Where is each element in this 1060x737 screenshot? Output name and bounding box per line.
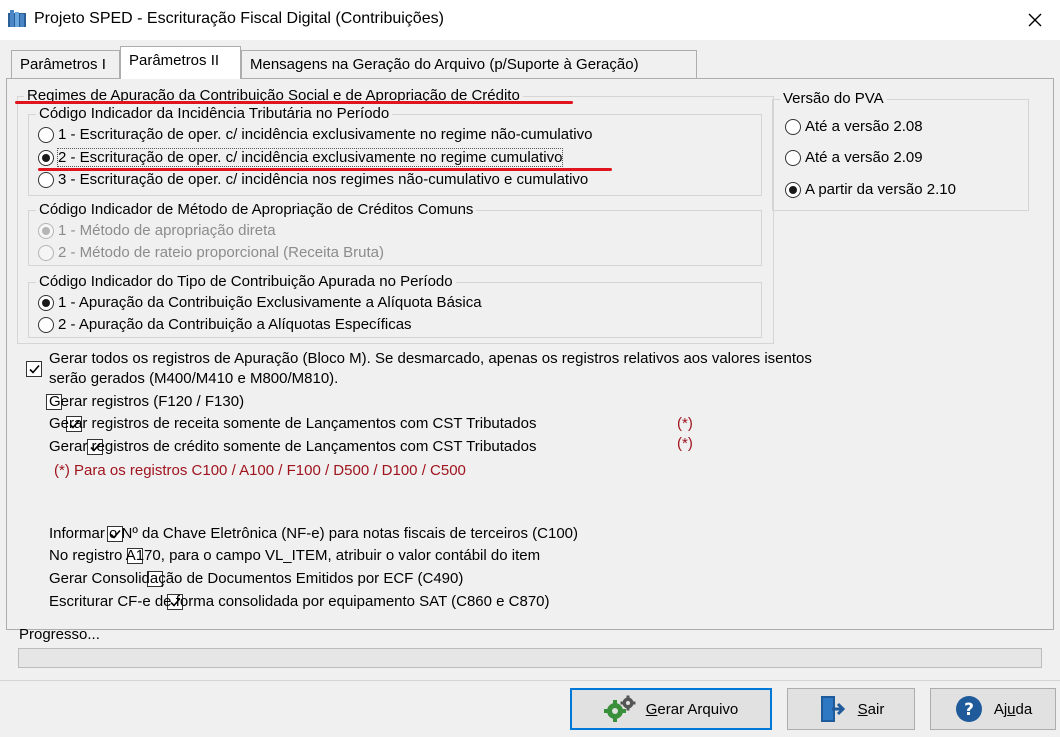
- progress-bar: [18, 648, 1042, 668]
- tipo-option-2[interactable]: 2 - Apuração da Contribuição a Alíquotas…: [38, 316, 412, 333]
- metodo-radio-1: [38, 222, 54, 239]
- metodo-option-1: 1 - Método de apropriação direta: [38, 222, 276, 239]
- metodo-option-2-label: 2 - Método de rateio proporcional (Recei…: [58, 244, 385, 261]
- checkbox-sat-label: Escriturar CF-e de forma consolidada por…: [49, 593, 550, 610]
- close-icon: [1028, 13, 1042, 27]
- versao-radio-2[interactable]: [785, 149, 801, 166]
- metodo-option-2: 2 - Método de rateio proporcional (Recei…: [38, 244, 384, 261]
- metodo-title: Código Indicador de Método de Apropriaçã…: [36, 201, 477, 218]
- versao-radio-3[interactable]: [785, 181, 801, 198]
- title-bar: Projeto SPED - Escrituração Fiscal Digit…: [0, 0, 1060, 40]
- incidencia-radio-2[interactable]: [38, 149, 54, 166]
- ajuda-label-pre: Aj: [993, 700, 1008, 718]
- exit-door-icon: [818, 694, 848, 724]
- ajuda-button[interactable]: ? Ajuda: [930, 688, 1056, 730]
- help-icon: ?: [954, 694, 984, 724]
- app-icon: [8, 10, 26, 28]
- checkbox-receita-cst-label: Gerar registros de receita somente de La…: [49, 415, 537, 432]
- checkbox-bloco-m-label-1: Gerar todos os registros de Apuração (Bl…: [49, 350, 812, 367]
- versao-title: Versão do PVA: [780, 90, 887, 107]
- incidencia-option-2[interactable]: 2 - Escrituração de oper. c/ incidência …: [38, 148, 564, 167]
- svg-text:?: ?: [964, 700, 974, 720]
- ajuda-label-post: da: [1015, 700, 1033, 718]
- checkbox-a170-label: No registro A170, para o campo VL_ITEM, …: [49, 547, 541, 564]
- tipo-radio-2[interactable]: [38, 316, 54, 333]
- incidencia-option-2-label: 2 - Escrituração de oper. c/ incidência …: [56, 148, 564, 167]
- metodo-option-1-label: 1 - Método de apropriação direta: [58, 222, 276, 239]
- incidencia-option-3[interactable]: 3 - Escrituração de oper. c/ incidência …: [38, 171, 588, 188]
- incidencia-option-1-label: 1 - Escrituração de oper. c/ incidência …: [58, 126, 593, 143]
- tipo-option-2-label: 2 - Apuração da Contribuição a Alíquotas…: [58, 316, 412, 333]
- sair-button[interactable]: Sair: [787, 688, 915, 730]
- window-title: Projeto SPED - Escrituração Fiscal Digit…: [34, 10, 444, 27]
- incidencia-option-3-label: 3 - Escrituração de oper. c/ incidência …: [58, 171, 589, 188]
- checkbox-bloco-m-label-2: serão gerados (M400/M410 e M800/M810).: [49, 370, 339, 387]
- credito-cst-marker: (*): [677, 435, 693, 452]
- versao-radio-1[interactable]: [785, 118, 801, 135]
- incidencia-radio-3[interactable]: [38, 171, 54, 188]
- versao-option-2[interactable]: Até a versão 2.09: [785, 149, 923, 166]
- versao-option-3[interactable]: A partir da versão 2.10: [785, 181, 956, 198]
- incidencia-radio-1[interactable]: [38, 126, 54, 143]
- versao-option-1-label: Até a versão 2.08: [805, 118, 923, 135]
- check-icon: [29, 364, 40, 374]
- checkbox-c490-label: Gerar Consolidação de Documentos Emitido…: [49, 570, 464, 587]
- tipo-radio-1[interactable]: [38, 294, 54, 311]
- tipo-option-1[interactable]: 1 - Apuração da Contribuição Exclusivame…: [38, 294, 482, 311]
- metodo-radio-2: [38, 244, 54, 261]
- versao-option-2-label: Até a versão 2.09: [805, 149, 923, 166]
- sair-mnemonic: S: [857, 700, 868, 718]
- checkbox-chave-nfe-label: Informar o Nº da Chave Eletrônica (NF-e)…: [49, 525, 579, 542]
- tipo-title: Código Indicador do Tipo de Contribuição…: [36, 273, 456, 290]
- gerar-arquivo-button[interactable]: Gerar Arquivo: [570, 688, 772, 730]
- versao-option-3-label: A partir da versão 2.10: [805, 181, 956, 198]
- tab-parametros-i[interactable]: Parâmetros I: [11, 50, 120, 78]
- tab-parametros-ii[interactable]: Parâmetros II: [120, 46, 241, 79]
- checkbox-credito-cst-label: Gerar registros de crédito somente de La…: [49, 438, 537, 455]
- footnote: (*) Para os registros C100 / A100 / F100…: [54, 462, 466, 479]
- checkbox-bloco-m[interactable]: [26, 361, 42, 377]
- progress-label: Progresso...: [19, 626, 100, 643]
- annotation-underline-regimes: [15, 101, 573, 104]
- gears-icon: [603, 695, 636, 723]
- close-button[interactable]: [1010, 0, 1060, 40]
- ajuda-mnemonic: u: [1007, 700, 1016, 718]
- tab-mensagens[interactable]: Mensagens na Geração do Arquivo (p/Supor…: [241, 50, 697, 78]
- tipo-option-1-label: 1 - Apuração da Contribuição Exclusivame…: [58, 294, 482, 311]
- receita-cst-marker: (*): [677, 415, 693, 432]
- versao-option-1[interactable]: Até a versão 2.08: [785, 118, 923, 135]
- separator: [0, 680, 1060, 681]
- gerar-arquivo-label: erar Arquivo: [657, 700, 739, 718]
- gerar-arquivo-mnemonic: G: [645, 700, 658, 718]
- incidencia-option-1[interactable]: 1 - Escrituração de oper. c/ incidência …: [38, 126, 592, 143]
- incidencia-title: Código Indicador da Incidência Tributári…: [36, 105, 393, 122]
- checkbox-f120-label: Gerar registros (F120 / F130): [49, 393, 245, 410]
- sair-label: air: [867, 700, 885, 718]
